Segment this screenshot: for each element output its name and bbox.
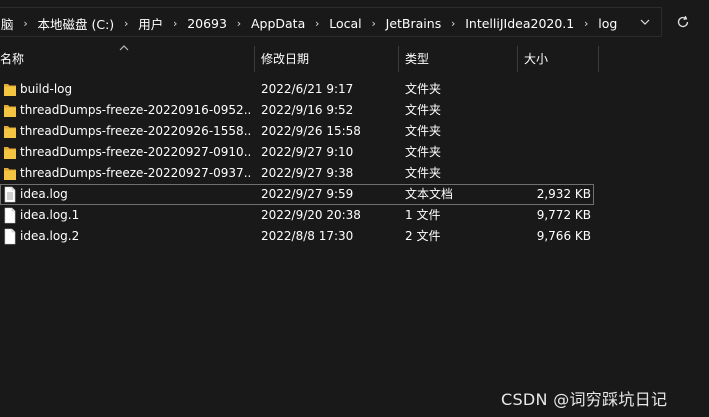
file-name: idea.log xyxy=(20,187,68,201)
column-divider[interactable] xyxy=(517,46,518,72)
file-size: 9,772 KB xyxy=(536,208,591,222)
folder-icon xyxy=(3,102,17,119)
file-size xyxy=(520,79,591,100)
file-type: 文件夹 xyxy=(405,82,442,96)
file-type: 文件夹 xyxy=(405,145,442,159)
file-type: 2 文件 xyxy=(405,229,441,243)
file-type: 文件夹 xyxy=(405,103,442,117)
chevron-right-icon[interactable]: › xyxy=(229,17,249,30)
breadcrumb-item[interactable]: IntelliJIdea2020.1 xyxy=(463,16,576,31)
file-icon xyxy=(3,228,17,245)
file-modified-date: 2022/9/27 9:59 xyxy=(261,187,354,201)
file-modified-date: 2022/9/26 15:58 xyxy=(261,124,361,138)
chevron-right-icon[interactable]: › xyxy=(165,17,185,30)
file-size: 2,932 KB xyxy=(536,187,591,201)
file-row[interactable]: idea.log 2022/9/27 9:59 文本文档 2,932 KB xyxy=(0,184,709,205)
file-type: 1 文件 xyxy=(405,208,441,222)
file-modified-date: 2022/9/16 9:52 xyxy=(261,103,354,117)
column-divider[interactable] xyxy=(254,46,255,72)
column-header-row: 名称 修改日期 类型 大小 xyxy=(0,44,709,74)
breadcrumb[interactable]: 脑 › 本地磁盘 (C:) › 用户 › 20693 › AppData › Local › JetBr… xyxy=(0,7,662,37)
chevron-right-icon[interactable]: › xyxy=(116,17,136,30)
folder-icon xyxy=(3,165,17,182)
file-size xyxy=(520,163,591,184)
column-header-name[interactable]: 名称 xyxy=(0,44,254,74)
file-modified-date: 2022/9/27 9:38 xyxy=(261,166,354,180)
file-type: 文本文档 xyxy=(405,187,454,201)
breadcrumb-item[interactable]: 脑 xyxy=(0,14,16,33)
text-file-icon xyxy=(3,186,17,203)
breadcrumb-item[interactable]: 本地磁盘 (C:) xyxy=(36,14,117,33)
file-row[interactable]: threadDumps-freeze-20220916-0952... 2022/… xyxy=(0,100,709,121)
file-list: build-log 2022/6/21 9:17 文件夹 threadDumps-fr… xyxy=(0,79,709,247)
file-modified-date: 2022/6/21 9:17 xyxy=(261,82,354,96)
file-type: 文件夹 xyxy=(405,166,442,180)
breadcrumb-items: 脑 › 本地磁盘 (C:) › 用户 › 20693 › AppData › Local › JetBr… xyxy=(0,8,619,38)
column-header-size[interactable]: 大小 xyxy=(524,44,594,74)
file-row[interactable]: threadDumps-freeze-20220926-1558... 2022/… xyxy=(0,121,709,142)
file-icon xyxy=(3,207,17,224)
chevron-right-icon[interactable]: › xyxy=(576,17,596,30)
column-divider[interactable] xyxy=(598,46,599,72)
address-history-button[interactable] xyxy=(631,8,659,36)
chevron-right-icon[interactable]: › xyxy=(307,17,327,30)
chevron-down-icon xyxy=(640,19,650,25)
folder-icon xyxy=(3,123,17,140)
file-name: threadDumps-freeze-20220926-1558... xyxy=(20,124,252,138)
folder-icon xyxy=(3,81,17,98)
chevron-right-icon[interactable]: › xyxy=(364,17,384,30)
column-divider[interactable] xyxy=(398,46,399,72)
chevron-right-icon[interactable]: › xyxy=(443,17,463,30)
file-name: idea.log.2 xyxy=(20,229,80,243)
breadcrumb-item[interactable]: AppData xyxy=(249,16,307,31)
file-name: threadDumps-freeze-20220916-0952... xyxy=(20,103,252,117)
file-name: threadDumps-freeze-20220927-0937... xyxy=(20,166,252,180)
file-size: 9,766 KB xyxy=(536,229,591,243)
file-row[interactable]: idea.log.1 2022/9/20 20:38 1 文件 9,772 KB xyxy=(0,205,709,226)
file-row[interactable]: threadDumps-freeze-20220927-0937... 2022/… xyxy=(0,163,709,184)
refresh-button[interactable] xyxy=(666,7,700,37)
file-name: idea.log.1 xyxy=(20,208,80,222)
breadcrumb-item[interactable]: 用户 xyxy=(136,14,165,33)
file-name: threadDumps-freeze-20220927-0910... xyxy=(20,145,252,159)
file-modified-date: 2022/9/27 9:10 xyxy=(261,145,354,159)
file-size xyxy=(520,100,591,121)
column-header-type[interactable]: 类型 xyxy=(405,44,515,74)
file-name: build-log xyxy=(20,82,73,96)
file-row[interactable]: idea.log.2 2022/8/8 17:30 2 文件 9,766 KB xyxy=(0,226,709,247)
address-bar: 脑 › 本地磁盘 (C:) › 用户 › 20693 › AppData › Local › JetBr… xyxy=(0,0,709,44)
file-size xyxy=(520,142,591,163)
file-row[interactable]: threadDumps-freeze-20220927-0910... 2022/… xyxy=(0,142,709,163)
watermark: CSDN @词穷踩坑日记 xyxy=(501,390,668,409)
breadcrumb-item[interactable]: log xyxy=(596,16,619,31)
file-modified-date: 2022/8/8 17:30 xyxy=(261,229,354,243)
breadcrumb-item[interactable]: JetBrains xyxy=(384,16,444,31)
file-size xyxy=(520,121,591,142)
file-explorer-window: 脑 › 本地磁盘 (C:) › 用户 › 20693 › AppData › Local › JetBr… xyxy=(0,0,709,417)
folder-icon xyxy=(3,144,17,161)
file-type: 文件夹 xyxy=(405,124,442,138)
breadcrumb-item[interactable]: 20693 xyxy=(185,16,229,31)
column-header-date[interactable]: 修改日期 xyxy=(261,44,397,74)
file-row[interactable]: build-log 2022/6/21 9:17 文件夹 xyxy=(0,79,709,100)
refresh-icon xyxy=(677,15,689,28)
file-modified-date: 2022/9/20 20:38 xyxy=(261,208,361,222)
breadcrumb-item[interactable]: Local xyxy=(327,16,363,31)
chevron-right-icon[interactable]: › xyxy=(16,17,36,30)
